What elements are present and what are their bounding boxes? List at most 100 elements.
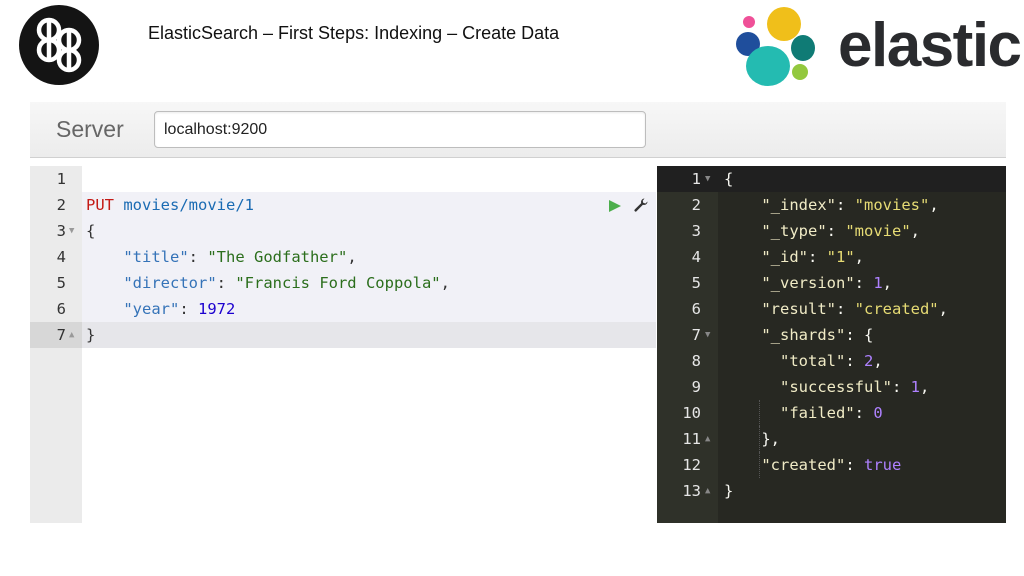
fold-toggle-icon[interactable]: ▲ [69, 322, 74, 348]
json-value: "Francis Ford Coppola" [235, 274, 441, 292]
line-number: 1 [56, 170, 66, 188]
request-line-code: PUT movies/movie/1 [86, 192, 254, 218]
response-line-code: "successful": 1, [780, 378, 930, 396]
request-line-code: "year": 1972 [123, 300, 236, 318]
response-line: 7 ▼ "_shards": { [657, 322, 1006, 348]
response-editor[interactable]: 1 ▼ { 2 "_index": "movies", 3 "_type": "… [657, 166, 1006, 523]
json-value: 1 [910, 378, 920, 396]
response-line: 9 "successful": 1, [657, 374, 1006, 452]
request-line: 4 "title": "The Godfather", [30, 244, 656, 270]
line-number: 9 [691, 378, 701, 396]
json-key: "_version" [761, 274, 855, 292]
request-editor[interactable]: 1 2 PUT movies/movie/1 3 ▼ { 4 "title": … [30, 166, 656, 523]
line-number: 13 [682, 482, 701, 500]
wrench-icon[interactable] [633, 197, 649, 213]
request-line: 6 "year": 1972 [30, 296, 656, 322]
line-number: 12 [682, 456, 701, 474]
response-line-code: "_shards": { [761, 326, 874, 344]
slide: ElasticSearch – First Steps: Indexing – … [0, 0, 1024, 576]
json-key: "_type" [761, 222, 827, 240]
line-number: 11 [682, 430, 701, 448]
response-line-code: "failed": 0 [780, 404, 883, 422]
request-line: 1 [30, 166, 656, 192]
json-key: "total" [780, 352, 846, 370]
line-number: 4 [691, 248, 701, 266]
response-line: 4 "_id": "1", [657, 244, 1006, 270]
fold-toggle-icon[interactable]: ▲ [705, 426, 710, 452]
server-bar: Server [30, 102, 1006, 158]
line-number: 3 [56, 222, 66, 240]
line-number: 6 [691, 300, 701, 318]
json-value: "movies" [854, 196, 930, 214]
response-line-code: "created": true [761, 456, 902, 474]
db-logo-icon [19, 5, 99, 85]
fold-toggle-icon[interactable]: ▲ [705, 478, 710, 504]
fold-toggle-icon[interactable]: ▼ [705, 166, 710, 192]
response-line: 6 "result": "created", [657, 296, 1006, 322]
line-number: 4 [56, 248, 66, 266]
json-value: 1 [873, 274, 883, 292]
json-key: "created" [761, 456, 846, 474]
json-key: "_index" [761, 196, 836, 214]
json-key: "failed" [780, 404, 855, 422]
response-line-code: "total": 2, [780, 352, 883, 370]
response-line: 12 "created": true [657, 452, 1006, 478]
response-line-code: "_index": "movies", [761, 196, 939, 214]
open-brace: { [86, 222, 96, 240]
http-method: PUT [86, 196, 114, 214]
line-number: 10 [682, 404, 701, 422]
server-url-input[interactable] [154, 111, 646, 148]
line-number: 7 [56, 326, 66, 344]
json-value: "1" [826, 248, 855, 266]
request-line-code: "title": "The Godfather", [123, 248, 357, 266]
response-line: 3 "_type": "movie", [657, 218, 1006, 244]
response-line: 11 ▲ }, [657, 426, 1006, 452]
json-value: 2 [864, 352, 874, 370]
response-line: 8 "total": 2, [657, 348, 1006, 426]
line-number: 6 [56, 300, 66, 318]
line-number: 5 [691, 274, 701, 292]
line-number: 7 [691, 326, 701, 344]
response-line-code: "_id": "1", [761, 248, 865, 266]
response-line: 13 ▲ } [657, 478, 1006, 504]
response-line-code: "result": "created", [761, 300, 948, 318]
line-number: 8 [691, 352, 701, 370]
response-line: 5 "_version": 1, [657, 270, 1006, 296]
json-key: "result" [761, 300, 836, 318]
request-line-code: "director": "Francis Ford Coppola", [123, 274, 450, 292]
json-value: "The Godfather" [207, 248, 348, 266]
response-line-code: "_type": "movie", [761, 222, 920, 240]
response-line: 1 ▼ { [657, 166, 1006, 192]
line-number: 5 [56, 274, 66, 292]
json-key: "_id" [761, 248, 808, 266]
line-number: 3 [691, 222, 701, 240]
json-key: "director" [123, 274, 217, 292]
json-key: "title" [123, 248, 189, 266]
response-line-code: "_version": 1, [761, 274, 893, 292]
line-number: 2 [691, 196, 701, 214]
request-line: 2 PUT movies/movie/1 [30, 192, 656, 218]
json-value: "movie" [845, 222, 911, 240]
json-value: "created" [854, 300, 939, 318]
server-label: Server [56, 116, 124, 142]
json-value: true [864, 456, 902, 474]
line-number: 2 [56, 196, 66, 214]
request-path: movies/movie/1 [123, 196, 254, 214]
play-icon[interactable] [608, 199, 622, 213]
brand-wordmark: elastic [838, 11, 1022, 80]
json-key: "successful" [780, 378, 892, 396]
json-key: "year" [123, 300, 180, 318]
slide-title: ElasticSearch – First Steps: Indexing – … [148, 23, 560, 43]
request-line: 3 ▼ { [30, 218, 656, 244]
response-line: 10 "failed": 0 [657, 400, 1006, 478]
elastic-logo-icon [736, 7, 815, 86]
close-brace: } [86, 326, 96, 344]
fold-toggle-icon[interactable]: ▼ [69, 218, 74, 244]
response-line: 2 "_index": "movies", [657, 192, 1006, 218]
json-value: 0 [873, 404, 883, 422]
json-value: 1972 [198, 300, 236, 318]
json-key: "_shards" [761, 326, 846, 344]
request-line: 7 ▲ } [30, 322, 656, 348]
request-line: 5 "director": "Francis Ford Coppola", [30, 270, 656, 296]
fold-toggle-icon[interactable]: ▼ [705, 322, 710, 348]
